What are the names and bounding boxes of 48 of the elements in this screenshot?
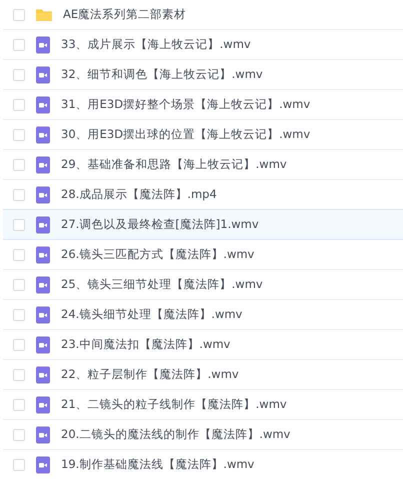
checkbox[interactable] <box>13 248 25 260</box>
video-file-icon <box>35 396 51 414</box>
checkbox[interactable] <box>13 368 25 380</box>
checkbox[interactable] <box>13 278 25 290</box>
checkbox[interactable] <box>13 308 25 320</box>
checkbox[interactable] <box>13 158 25 170</box>
file-name: 33、成片展示【海上牧云记】.wmv <box>61 37 251 52</box>
checkbox[interactable] <box>13 38 25 50</box>
checkbox[interactable] <box>13 128 25 140</box>
file-name: 24.镜头细节处理【魔法阵】.wmv <box>61 307 242 322</box>
video-file-icon <box>35 456 51 474</box>
video-file-icon <box>35 156 51 174</box>
video-file-icon <box>35 276 51 294</box>
file-name: 20.二镜头的魔法线的制作【魔法阵】.wmv <box>61 427 290 442</box>
file-name: AE魔法系列第二部素材 <box>63 7 186 22</box>
checkbox[interactable] <box>13 188 25 200</box>
file-name: 21、二镜头的粒子线制作【魔法阵】.wmv <box>61 397 287 412</box>
checkbox[interactable] <box>13 338 25 350</box>
video-file-icon <box>35 96 51 114</box>
video-file-icon <box>35 366 51 384</box>
file-name: 26.镜头三匹配方式【魔法阵】.wmv <box>61 247 254 262</box>
file-name: 32、细节和调色【海上牧云记】.wmv <box>61 67 263 82</box>
video-file-icon <box>35 66 51 84</box>
file-name: 30、用E3D摆出球的位置【海上牧云记】.wmv <box>61 127 310 142</box>
video-file-icon <box>35 36 51 54</box>
checkbox[interactable] <box>13 68 25 80</box>
video-file-icon <box>35 186 51 204</box>
video-file-icon <box>35 216 51 234</box>
video-file-icon <box>35 126 51 144</box>
file-name: 19.制作基础魔法线【魔法阵】.wmv <box>61 457 254 472</box>
file-name: 28.成品展示【魔法阵】.mp4 <box>61 187 217 202</box>
checkbox[interactable] <box>13 8 25 20</box>
checkbox[interactable] <box>13 98 25 110</box>
file-name: 31、用E3D摆好整个场景【海上牧云记】.wmv <box>61 97 310 112</box>
checkbox[interactable] <box>13 458 25 470</box>
checkbox[interactable] <box>13 428 25 440</box>
video-file-icon <box>35 426 51 444</box>
file-name: 29、基础准备和思路【海上牧云记】.wmv <box>61 157 287 172</box>
file-name: 27.调色以及最终检查[魔法阵]1.wmv <box>61 217 259 232</box>
file-row[interactable]: 27.调色以及最终检查[魔法阵]1.wmv <box>3 209 403 240</box>
video-file-icon <box>35 336 51 354</box>
file-name: 25、镜头三细节处理【魔法阵】.wmv <box>61 277 263 292</box>
checkbox[interactable] <box>13 218 25 230</box>
file-name: 22、粒子层制作【魔法阵】.wmv <box>61 367 239 382</box>
checkbox[interactable] <box>13 398 25 410</box>
video-file-icon <box>35 246 51 264</box>
video-file-icon <box>35 306 51 324</box>
file-name: 23.中间魔法扣【魔法阵】.wmv <box>61 337 230 352</box>
